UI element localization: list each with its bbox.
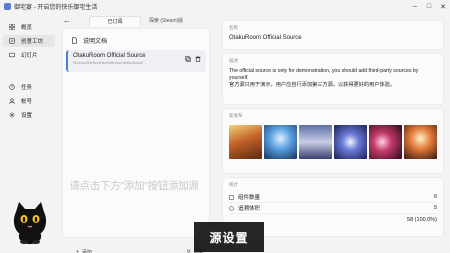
description-card: 描述 The official source is only for demon… [222, 53, 444, 105]
doc-link-label: 说明文档 [83, 38, 108, 45]
sidebar-item-label: 创意工坊 [21, 39, 44, 45]
sidebar-item-label: 帐号 [21, 99, 33, 105]
list-item[interactable]: OtakuRoom Official Source 567ac4ac50e4fe… [66, 50, 206, 72]
stats-label: 统计 [229, 182, 238, 187]
stats-row-label: 追溯体积 [238, 206, 261, 212]
name-value: OtakuRoom Official Source [229, 35, 302, 41]
copy-icon[interactable] [185, 56, 191, 62]
component-icon [229, 194, 234, 200]
description-label: 描述 [229, 58, 238, 63]
refresh-icon: ⟳ [186, 249, 191, 253]
list-header: ← 已订阅 探索 (Steam)版 [58, 13, 210, 28]
empty-hint: 请点击下方"添加"按钮添加源 [69, 180, 199, 192]
sidebar-item-slides[interactable]: 幻灯片 [3, 49, 55, 61]
slides-icon [9, 52, 15, 58]
new-releases-label: 新发布 [229, 113, 243, 118]
add-button[interactable]: + 添加 [70, 249, 98, 253]
brush-icon [9, 38, 15, 44]
description-zh: 官方源只用于演示，用户应自行添加第三方源，以获得更好的用户体验。 [229, 82, 396, 88]
sidebar-item-label: 设置 [21, 113, 33, 119]
tab-label: 已订阅 [107, 18, 123, 25]
add-button-label: 添加 [81, 249, 92, 253]
description-en: The official source is only for demonstr… [229, 68, 419, 81]
tab-explore[interactable]: 探索 (Steam)版 [143, 16, 189, 26]
wallpaper-thumbnail[interactable] [334, 125, 367, 159]
sidebar-item-label: 幻灯片 [21, 53, 38, 59]
window-title: 御宅宴 - 开启您的快乐御宅生活 [14, 5, 98, 11]
wallpaper-thumbnail[interactable] [299, 125, 332, 159]
stats-row-value: 6 [433, 194, 437, 200]
source-name: OtakuRoom Official Source [73, 53, 146, 59]
sidebar-item-overview[interactable]: 概览 [3, 21, 55, 33]
user-icon [9, 98, 15, 104]
title-bar: 御宅宴 - 开启您的快乐御宅生活 – □ ✕ [0, 0, 450, 13]
stats-row: 追溯体积 5 [229, 203, 437, 214]
maximize-icon[interactable]: □ [422, 0, 436, 13]
caption-overlay: 源设置 [194, 222, 264, 252]
source-list: 说明文档 OtakuRoom Official Source 567ac4ac5… [62, 28, 210, 238]
sidebar-item-settings[interactable]: 设置 [3, 109, 55, 121]
gear-icon [9, 112, 15, 118]
trash-icon[interactable] [195, 56, 201, 62]
doc-link[interactable]: 说明文档 [63, 33, 209, 47]
back-arrow-icon[interactable]: ← [63, 16, 73, 25]
grid-icon [9, 24, 15, 30]
stats-row-value: 58 (100.0%) [407, 216, 437, 223]
list-footer: + 添加 ⟳ 刷新 [62, 245, 210, 253]
task-icon [9, 84, 15, 90]
minimize-icon[interactable]: – [408, 0, 422, 13]
wallpaper-thumbnail[interactable] [369, 125, 402, 159]
source-list-pane: ← 已订阅 探索 (Steam)版 说明文档 OtakuRoom Officia… [58, 13, 210, 253]
name-card: 名称 OtakuRoom Official Source [222, 20, 444, 50]
tab-label: 探索 (Steam)版 [149, 18, 184, 24]
plus-icon: + [76, 249, 79, 253]
document-icon [72, 36, 77, 44]
app-icon [4, 3, 11, 10]
source-id: 567ac4ac50e4fec8b6ba34f6bdeab4bd8a40babd… [73, 61, 144, 65]
wallpaper-thumbnail[interactable] [229, 125, 262, 159]
stats-row-label: 组件数量 [238, 195, 261, 201]
wallpaper-thumbnail[interactable] [404, 125, 437, 159]
source-detail-pane: 名称 OtakuRoom Official Source 描述 The offi… [222, 20, 444, 253]
cat-mascot-image [13, 202, 47, 244]
sidebar-item-label: 概览 [21, 25, 33, 31]
sidebar-item-tasks[interactable]: 任务 [3, 81, 55, 93]
sidebar-item-label: 任务 [21, 85, 33, 91]
close-icon[interactable]: ✕ [436, 0, 450, 13]
wallpaper-thumbnail[interactable] [264, 125, 297, 159]
tab-subscribed[interactable]: 已订阅 [89, 15, 141, 26]
sidebar-item-workshop[interactable]: 创意工坊 [3, 35, 55, 47]
stats-row: 组件数量 6 [229, 192, 437, 203]
size-icon [229, 205, 234, 211]
new-releases-card: 新发布 [222, 108, 444, 174]
sidebar-item-account[interactable]: 帐号 [3, 95, 55, 107]
stats-row-value: 5 [433, 205, 437, 211]
name-label: 名称 [229, 25, 238, 30]
